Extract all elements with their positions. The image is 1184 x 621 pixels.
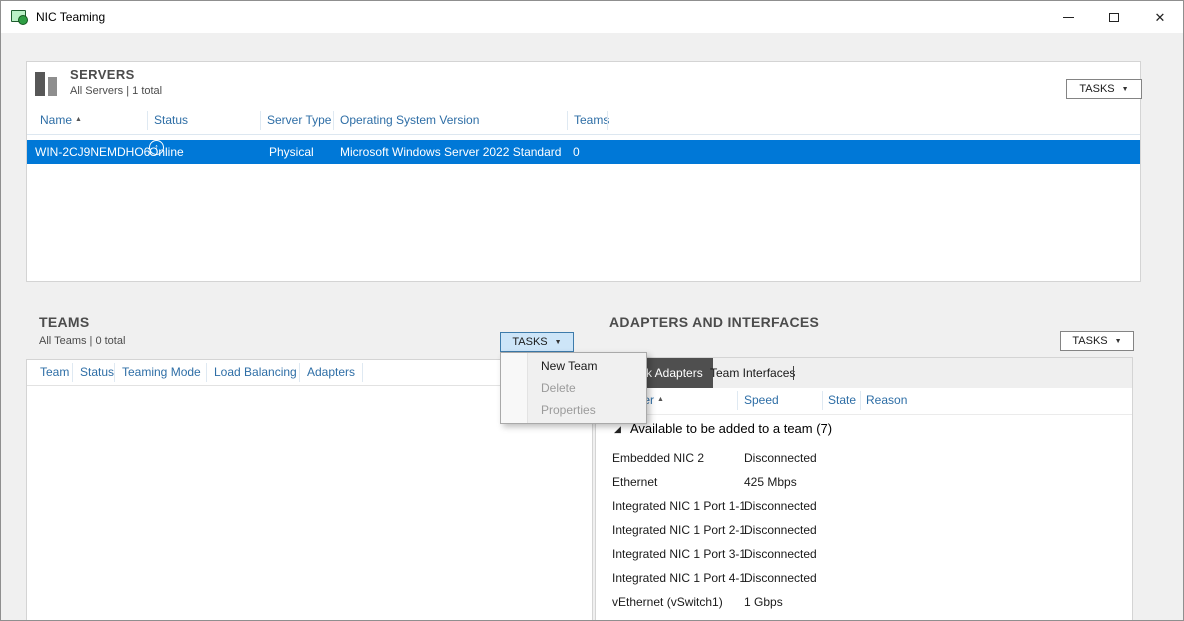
column-team[interactable]: Team	[40, 365, 69, 379]
adapter-name: Integrated NIC 1 Port 4-1	[612, 566, 746, 590]
adapter-name: Integrated NIC 1 Port 3-1	[612, 542, 746, 566]
close-button[interactable]: ✕	[1137, 1, 1183, 33]
adapters-tabstrip: Network Adapters Team Interfaces	[596, 358, 1132, 389]
adapter-name: Embedded NIC 2	[612, 446, 704, 470]
adapters-column-headers: Adapter▲ Speed State Reason	[596, 388, 1132, 415]
menu-item-new-team[interactable]: New Team	[501, 355, 646, 377]
server-teams-count: 0	[573, 140, 580, 164]
column-reason[interactable]: Reason	[866, 393, 907, 407]
adapter-name: Ethernet	[612, 470, 657, 494]
minimize-icon	[1063, 17, 1074, 18]
server-type: Physical	[269, 140, 314, 164]
chevron-down-icon: ▼	[555, 339, 562, 346]
adapter-speed: Disconnected	[744, 446, 817, 470]
adapters-panel: Network Adapters Team Interfaces Adapter…	[595, 357, 1133, 621]
server-os-version: Microsoft Windows Server 2022 Standard	[340, 140, 561, 164]
servers-column-headers: Name▲ Status Server Type Operating Syste…	[27, 108, 1140, 135]
column-os-version[interactable]: Operating System Version	[340, 113, 479, 127]
chevron-down-icon: ▼	[1122, 86, 1129, 93]
adapter-name: Integrated NIC 1 Port 1-1	[612, 494, 746, 518]
sort-asc-icon: ▲	[657, 396, 664, 403]
maximize-icon	[1109, 13, 1119, 22]
column-speed[interactable]: Speed	[744, 393, 779, 407]
adapters-tasks-button[interactable]: TASKS ▼	[1060, 331, 1134, 351]
tab-team-interfaces[interactable]: Team Interfaces	[704, 358, 801, 388]
teams-subtitle: All Teams | 0 total	[39, 335, 125, 347]
column-status[interactable]: Status	[154, 113, 188, 127]
adapters-title: ADAPTERS AND INTERFACES	[609, 314, 819, 330]
adapter-name: Integrated NIC 1 Port 2-1	[612, 518, 746, 542]
sort-asc-icon: ▲	[75, 116, 82, 123]
tab-separator	[793, 366, 794, 380]
adapter-speed: Disconnected	[744, 518, 817, 542]
servers-tasks-button[interactable]: TASKS ▼	[1066, 79, 1142, 99]
adapter-row[interactable]: Ethernet 425 Mbps	[596, 470, 1132, 494]
column-name[interactable]: Name▲	[40, 113, 82, 127]
adapter-name: vEthernet (vSwitch1)	[612, 590, 723, 614]
adapter-speed: 1 Gbps	[744, 590, 783, 614]
window-title: NIC Teaming	[36, 10, 105, 24]
column-status[interactable]: Status	[80, 365, 114, 379]
server-name: WIN-2CJ9NEMDHO6	[35, 140, 150, 164]
menu-item-delete: Delete	[501, 377, 646, 399]
tasks-dropdown-menu: New Team Delete Properties	[500, 352, 647, 424]
minimize-button[interactable]	[1045, 1, 1091, 33]
window-controls: ✕	[1045, 1, 1183, 33]
column-teams[interactable]: Teams	[574, 113, 609, 127]
column-adapters[interactable]: Adapters	[307, 365, 355, 379]
adapter-speed: Disconnected	[744, 494, 817, 518]
adapter-speed: 425 Mbps	[744, 470, 797, 494]
servers-title: SERVERS	[70, 67, 135, 82]
adapter-row[interactable]: Integrated NIC 1 Port 1-1Disconnected	[596, 494, 1132, 518]
adapter-speed: Disconnected	[744, 566, 817, 590]
adapter-row[interactable]: vEthernet (vSwitch1) 1 Gbps	[596, 590, 1132, 614]
servers-subtitle: All Servers | 1 total	[70, 85, 162, 97]
adapter-row[interactable]: Integrated NIC 1 Port 4-1Disconnected	[596, 566, 1132, 590]
servers-panel: SERVERS All Servers | 1 total TASKS ▼ Na…	[26, 61, 1141, 282]
menu-item-properties: Properties	[501, 399, 646, 421]
servers-icon	[34, 70, 60, 98]
adapter-group-header[interactable]: ◢ Available to be added to a team (7)	[596, 416, 1132, 442]
group-label: Available to be added to a team (7)	[630, 416, 832, 442]
teams-title: TEAMS	[39, 314, 90, 330]
adapter-speed: Disconnected	[744, 542, 817, 566]
servers-tasks-label: TASKS	[1079, 83, 1114, 95]
column-state[interactable]: State	[828, 393, 856, 407]
column-teaming-mode[interactable]: Teaming Mode	[122, 365, 201, 379]
teams-tasks-label: TASKS	[512, 336, 547, 348]
close-icon: ✕	[1155, 11, 1166, 24]
server-row-selected[interactable]: WIN-2CJ9NEMDHO6 ↑Online Physical Microso…	[27, 140, 1140, 164]
nic-teaming-window: NIC Teaming ✕ SERVERS All Servers | 1 to…	[0, 0, 1184, 621]
teams-tasks-button[interactable]: TASKS ▼	[500, 332, 574, 352]
chevron-down-icon: ▼	[1115, 338, 1122, 345]
column-server-type[interactable]: Server Type	[267, 113, 331, 127]
adapter-row[interactable]: Integrated NIC 1 Port 3-1Disconnected	[596, 542, 1132, 566]
app-icon	[11, 10, 28, 25]
adapter-row[interactable]: Integrated NIC 1 Port 2-1Disconnected	[596, 518, 1132, 542]
adapters-tasks-label: TASKS	[1072, 335, 1107, 347]
adapter-row[interactable]: Embedded NIC 2 Disconnected	[596, 446, 1132, 470]
titlebar: NIC Teaming ✕	[1, 1, 1183, 33]
maximize-button[interactable]	[1091, 1, 1137, 33]
column-load-balancing[interactable]: Load Balancing	[214, 365, 297, 379]
